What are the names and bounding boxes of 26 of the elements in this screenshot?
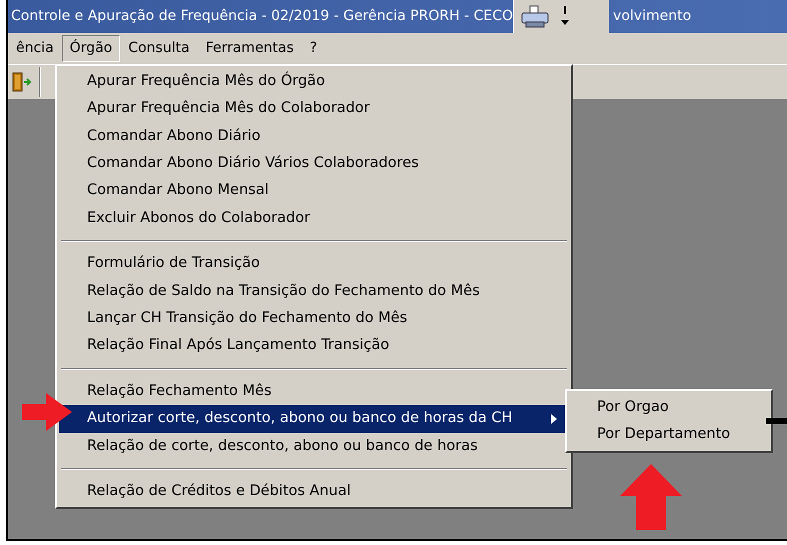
menu-item[interactable]: Comandar Abono Diário bbox=[59, 122, 569, 150]
menu-item[interactable]: Formulário de Transição bbox=[59, 250, 569, 278]
menu-item[interactable]: Relação Final Após Lançamento Transição bbox=[59, 332, 569, 360]
menu-item[interactable]: Apurar Frequência Mês do Colaborador bbox=[59, 95, 569, 123]
menu-item[interactable]: Por Orgao bbox=[569, 394, 769, 421]
window-title: Controle e Apuração de Frequência - 02/2019 - Gerência PRORH - CECO bbox=[11, 7, 514, 26]
menu-item[interactable]: Relação de corte, desconto, abono ou banco de horas bbox=[59, 432, 569, 460]
arrow-icon bbox=[22, 393, 72, 431]
menu-item[interactable]: ? bbox=[302, 35, 326, 62]
menu-item[interactable]: Ferramentas bbox=[198, 35, 302, 62]
window-title: volvimento bbox=[612, 7, 692, 26]
menu-item[interactable]: ência bbox=[8, 35, 62, 62]
printer-icon[interactable] bbox=[520, 4, 550, 28]
menu-item[interactable]: Relação de Saldo na Transição do Fechamento do Mês bbox=[59, 278, 569, 306]
exit-door-icon[interactable] bbox=[11, 71, 33, 93]
arrow-icon bbox=[620, 464, 682, 530]
menu-item[interactable]: Relação Fechamento Mês bbox=[59, 378, 569, 406]
menu-item[interactable]: Lançar CH Transição do Fechamento do Mês bbox=[59, 305, 569, 333]
submenu-arrow-icon bbox=[551, 414, 557, 424]
menu-item[interactable]: Consulta bbox=[120, 35, 198, 62]
menu-item[interactable]: Comandar Abono Diário Vários Colaboradores bbox=[59, 150, 569, 178]
menu-item[interactable]: Órgão bbox=[62, 35, 120, 62]
menu-item[interactable]: Relação de Créditos e Débitos Anual bbox=[59, 478, 569, 506]
menu-item[interactable]: Comandar Abono Mensal bbox=[59, 178, 569, 205]
menu-item[interactable]: Por Departamento bbox=[569, 421, 769, 448]
menu-item[interactable]: Excluir Abonos do Colaborador bbox=[59, 204, 569, 232]
